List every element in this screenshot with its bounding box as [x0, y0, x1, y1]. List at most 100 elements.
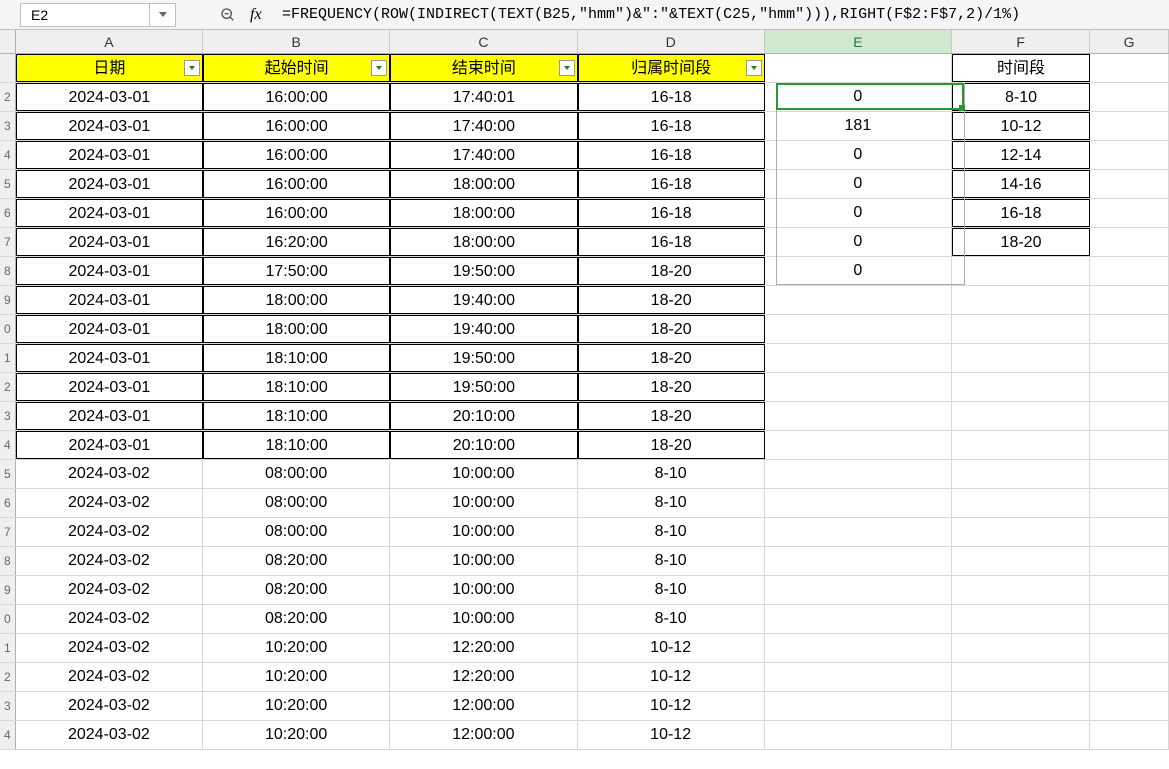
row-header[interactable]: 0 [0, 605, 16, 633]
cell-C9[interactable]: 10:00:00 [390, 576, 577, 604]
cell-G4[interactable] [1090, 721, 1169, 749]
cell-F3[interactable] [952, 402, 1090, 430]
row-header[interactable]: 5 [0, 460, 16, 488]
filter-button-end[interactable] [559, 60, 575, 76]
cell-C7[interactable]: 10:00:00 [390, 518, 577, 546]
cell-F8[interactable] [952, 547, 1090, 575]
header-time-slot[interactable]: 归属时间段 [578, 54, 765, 82]
cell-G6[interactable] [1090, 199, 1169, 227]
cell-A5[interactable]: 2024-03-01 [16, 170, 203, 198]
cell-D7[interactable]: 16-18 [578, 228, 765, 256]
cell-A4[interactable]: 2024-03-02 [16, 721, 203, 749]
cell-A8[interactable]: 2024-03-01 [16, 257, 203, 285]
cell-F0[interactable] [952, 605, 1090, 633]
cell-G5[interactable] [1090, 460, 1169, 488]
cell-B8[interactable]: 17:50:00 [203, 257, 390, 285]
cell-F5[interactable]: 14-16 [952, 170, 1090, 198]
cell-G1[interactable] [1090, 54, 1169, 82]
cell-G2[interactable] [1090, 663, 1169, 691]
cell-reference-dropdown[interactable] [150, 3, 176, 27]
cell-F1[interactable] [952, 344, 1090, 372]
cell-G0[interactable] [1090, 605, 1169, 633]
cell-D1[interactable]: 18-20 [578, 344, 765, 372]
cell-A1[interactable]: 2024-03-01 [16, 344, 203, 372]
row-header[interactable]: 3 [0, 402, 16, 430]
cell-C2[interactable]: 17:40:01 [390, 83, 577, 111]
cell-B5[interactable]: 16:00:00 [203, 170, 390, 198]
cell-C6[interactable]: 18:00:00 [390, 199, 577, 227]
row-header[interactable]: 6 [0, 199, 16, 227]
filter-button-start[interactable] [371, 60, 387, 76]
header-date[interactable]: 日期 [16, 54, 203, 82]
cell-B1[interactable]: 10:20:00 [203, 634, 390, 662]
header-end-time[interactable]: 结束时间 [390, 54, 577, 82]
cell-A3[interactable]: 2024-03-02 [16, 692, 203, 720]
cell-B6[interactable]: 08:00:00 [203, 489, 390, 517]
cell-C1[interactable]: 19:50:00 [390, 344, 577, 372]
row-header[interactable]: 1 [0, 344, 16, 372]
formula-zoom-button[interactable] [216, 3, 240, 27]
cell-A3[interactable]: 2024-03-01 [16, 112, 203, 140]
cell-F4[interactable] [952, 721, 1090, 749]
row-header[interactable]: 4 [0, 141, 16, 169]
cell-E4[interactable]: 0 [765, 141, 952, 169]
cell-F3[interactable]: 10-12 [952, 112, 1090, 140]
row-header[interactable]: 7 [0, 228, 16, 256]
cell-G6[interactable] [1090, 489, 1169, 517]
row-header[interactable]: 2 [0, 373, 16, 401]
row-header[interactable]: 2 [0, 663, 16, 691]
col-header-F[interactable]: F [952, 30, 1090, 53]
cell-C5[interactable]: 10:00:00 [390, 460, 577, 488]
row-header[interactable]: 4 [0, 721, 16, 749]
cell-E1[interactable] [765, 634, 952, 662]
cell-G4[interactable] [1090, 141, 1169, 169]
col-header-E[interactable]: E [765, 30, 952, 53]
cell-A0[interactable]: 2024-03-01 [16, 315, 203, 343]
cell-D9[interactable]: 18-20 [578, 286, 765, 314]
row-header[interactable]: 1 [0, 634, 16, 662]
cell-A2[interactable]: 2024-03-01 [16, 83, 203, 111]
cell-B3[interactable]: 16:00:00 [203, 112, 390, 140]
cell-C1[interactable]: 12:20:00 [390, 634, 577, 662]
cell-D3[interactable]: 18-20 [578, 402, 765, 430]
cell-E1[interactable] [765, 344, 952, 372]
cell-G3[interactable] [1090, 402, 1169, 430]
select-all-corner[interactable] [0, 30, 16, 53]
cell-F1[interactable] [952, 634, 1090, 662]
cell-C7[interactable]: 18:00:00 [390, 228, 577, 256]
cell-D8[interactable]: 8-10 [578, 547, 765, 575]
cell-E0[interactable] [765, 605, 952, 633]
row-header[interactable]: 0 [0, 315, 16, 343]
cell-D8[interactable]: 18-20 [578, 257, 765, 285]
cell-C3[interactable]: 20:10:00 [390, 402, 577, 430]
cell-B6[interactable]: 16:00:00 [203, 199, 390, 227]
cell-A2[interactable]: 2024-03-02 [16, 663, 203, 691]
cell-E2[interactable] [765, 663, 952, 691]
cell-D4[interactable]: 16-18 [578, 141, 765, 169]
row-header[interactable]: 6 [0, 489, 16, 517]
cell-E1[interactable] [765, 54, 952, 82]
filter-button-date[interactable] [184, 60, 200, 76]
filter-button-slot[interactable] [746, 60, 762, 76]
cell-A4[interactable]: 2024-03-01 [16, 141, 203, 169]
row-header[interactable]: 2 [0, 83, 16, 111]
cell-C3[interactable]: 12:00:00 [390, 692, 577, 720]
cell-B9[interactable]: 18:00:00 [203, 286, 390, 314]
cell-A1[interactable]: 2024-03-02 [16, 634, 203, 662]
cell-B9[interactable]: 08:20:00 [203, 576, 390, 604]
cell-A7[interactable]: 2024-03-02 [16, 518, 203, 546]
col-header-B[interactable]: B [203, 30, 390, 53]
cell-F9[interactable] [952, 286, 1090, 314]
cell-D2[interactable]: 18-20 [578, 373, 765, 401]
cell-D4[interactable]: 10-12 [578, 721, 765, 749]
cell-A8[interactable]: 2024-03-02 [16, 547, 203, 575]
cell-E7[interactable]: 0 [765, 228, 952, 256]
cell-reference-input[interactable]: E2 [20, 3, 150, 27]
cell-B8[interactable]: 08:20:00 [203, 547, 390, 575]
cell-E6[interactable]: 0 [765, 199, 952, 227]
cell-B5[interactable]: 08:00:00 [203, 460, 390, 488]
cell-E2[interactable]: 0 [765, 83, 952, 111]
cell-E5[interactable]: 0 [765, 170, 952, 198]
cell-G9[interactable] [1090, 286, 1169, 314]
row-header[interactable]: 3 [0, 692, 16, 720]
